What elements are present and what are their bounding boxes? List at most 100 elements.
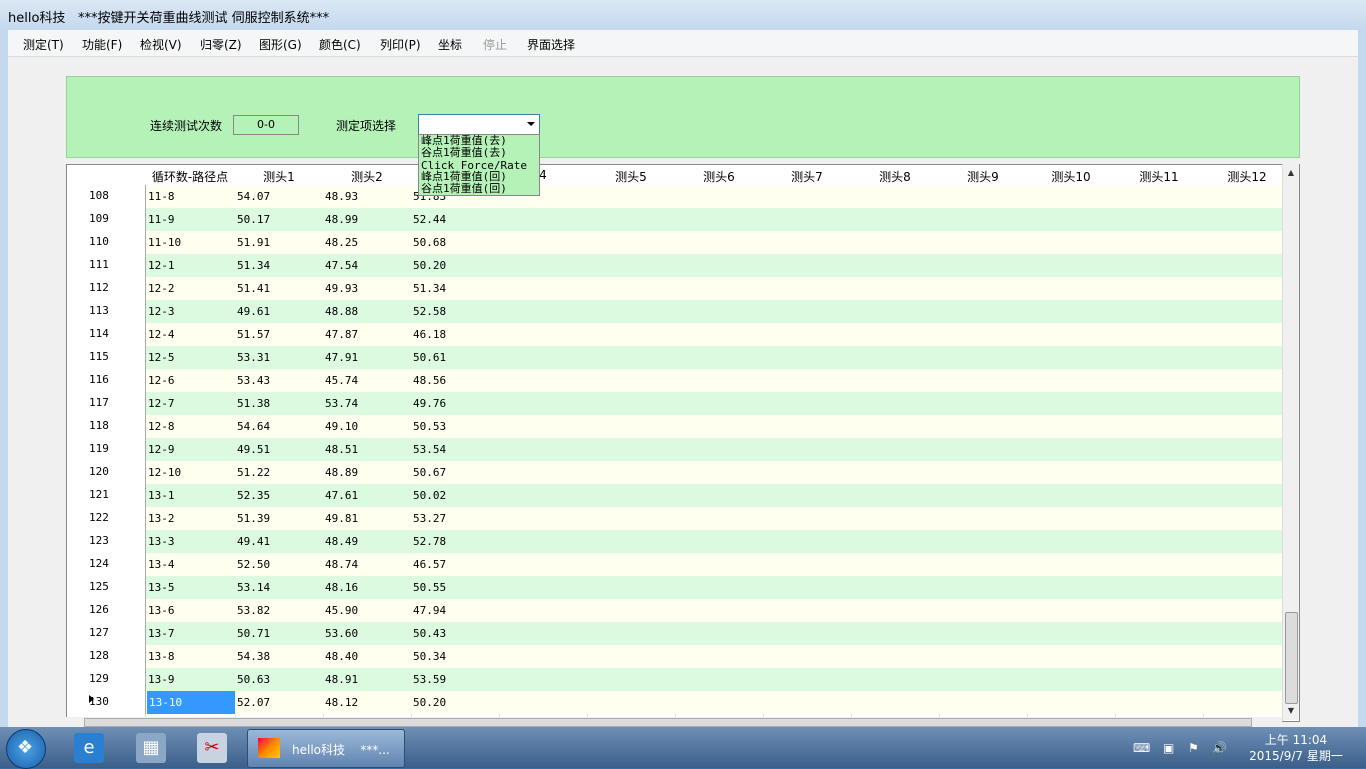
table-cell[interactable]: 53.74 <box>325 397 358 410</box>
table-cell[interactable]: 53.31 <box>237 351 270 364</box>
row-header[interactable]: 126 <box>67 599 146 622</box>
table-cell[interactable]: 48.56 <box>413 374 446 387</box>
table-row[interactable]: 130 13-10 52.07 48.12 50.20 <box>67 691 1283 714</box>
table-cell[interactable]: 51.34 <box>237 259 270 272</box>
table-cell[interactable]: 45.90 <box>325 604 358 617</box>
table-cell[interactable]: 54.07 <box>237 190 270 203</box>
table-cell[interactable]: 49.41 <box>237 535 270 548</box>
table-cell[interactable]: 50.43 <box>413 627 446 640</box>
menu-item-7[interactable]: 坐标 <box>438 36 462 53</box>
table-cell[interactable]: 53.14 <box>237 581 270 594</box>
table-cell[interactable]: 50.71 <box>237 627 270 640</box>
table-cell[interactable]: 48.91 <box>325 673 358 686</box>
row-header[interactable]: 119 <box>67 438 146 461</box>
row-header[interactable]: 108 <box>67 185 146 208</box>
row-header[interactable]: 123 <box>67 530 146 553</box>
table-cell[interactable]: 53.27 <box>413 512 446 525</box>
row-header[interactable]: 115 <box>67 346 146 369</box>
table-row[interactable]: 121 13-1 52.35 47.61 50.02 <box>67 484 1283 507</box>
action-center-icon[interactable]: ▣ <box>1163 741 1174 755</box>
table-cell[interactable]: 13-9 <box>148 673 175 686</box>
table-row[interactable]: 126 13-6 53.82 45.90 47.94 <box>67 599 1283 622</box>
dropdown-option[interactable]: 谷点1荷重值(去) <box>421 147 507 159</box>
table-cell[interactable]: 13-6 <box>148 604 175 617</box>
table-cell[interactable]: 48.99 <box>325 213 358 226</box>
menu-item-2[interactable]: 检视(V) <box>140 36 182 53</box>
table-cell[interactable]: 49.81 <box>325 512 358 525</box>
row-header[interactable]: 129 <box>67 668 146 691</box>
column-header-6[interactable]: 测头6 <box>675 168 763 185</box>
table-cell[interactable]: 12-6 <box>148 374 175 387</box>
column-header-1[interactable]: 测头1 <box>235 168 323 185</box>
continuous-test-count[interactable]: 0-0 <box>233 115 299 135</box>
column-header-5[interactable]: 测头5 <box>587 168 675 185</box>
table-cell[interactable]: 47.94 <box>413 604 446 617</box>
table-cell[interactable]: 52.58 <box>413 305 446 318</box>
table-cell[interactable]: 51.38 <box>237 397 270 410</box>
table-cell[interactable]: 13-3 <box>148 535 175 548</box>
row-header[interactable]: 113 <box>67 300 146 323</box>
vertical-scroll-thumb[interactable] <box>1285 612 1298 704</box>
column-header-2[interactable]: 测头2 <box>323 168 411 185</box>
table-cell[interactable]: 48.12 <box>325 696 358 709</box>
table-cell[interactable]: 50.02 <box>413 489 446 502</box>
row-header[interactable]: 110 <box>67 231 146 254</box>
table-cell[interactable]: 11-9 <box>148 213 175 226</box>
column-header-8[interactable]: 测头8 <box>851 168 939 185</box>
table-cell[interactable]: 53.54 <box>413 443 446 456</box>
table-cell[interactable]: 51.91 <box>237 236 270 249</box>
table-cell[interactable]: 49.93 <box>325 282 358 295</box>
table-cell[interactable]: 50.68 <box>413 236 446 249</box>
table-cell[interactable]: 48.89 <box>325 466 358 479</box>
table-cell[interactable]: 48.51 <box>325 443 358 456</box>
calculator-icon[interactable]: ▦ <box>136 733 166 763</box>
menu-item-9[interactable]: 界面选择 <box>527 36 575 53</box>
table-row[interactable]: 122 13-2 51.39 49.81 53.27 <box>67 507 1283 530</box>
table-cell[interactable]: 12-2 <box>148 282 175 295</box>
table-cell[interactable]: 48.49 <box>325 535 358 548</box>
table-cell[interactable]: 12-7 <box>148 397 175 410</box>
keyboard-icon[interactable]: ⌨ <box>1133 741 1150 755</box>
table-cell[interactable]: 47.54 <box>325 259 358 272</box>
row-header[interactable]: 120 <box>67 461 146 484</box>
table-cell[interactable]: 53.60 <box>325 627 358 640</box>
table-cell[interactable]: 13-8 <box>148 650 175 663</box>
table-cell[interactable]: 47.87 <box>325 328 358 341</box>
table-cell[interactable]: 54.64 <box>237 420 270 433</box>
row-header[interactable]: 125 <box>67 576 146 599</box>
menu-item-0[interactable]: 测定(T) <box>23 36 64 53</box>
chevron-down-icon[interactable] <box>527 122 535 126</box>
table-cell[interactable]: 50.61 <box>413 351 446 364</box>
table-row[interactable]: 124 13-4 52.50 48.74 46.57 <box>67 553 1283 576</box>
table-cell[interactable]: 52.44 <box>413 213 446 226</box>
table-cell[interactable]: 12-10 <box>148 466 181 479</box>
table-cell[interactable]: 48.93 <box>325 190 358 203</box>
table-cell[interactable]: 12-9 <box>148 443 175 456</box>
volume-icon[interactable]: 🔊 <box>1212 741 1227 755</box>
table-cell[interactable]: 13-2 <box>148 512 175 525</box>
menu-item-5[interactable]: 颜色(C) <box>319 36 361 53</box>
table-cell[interactable]: 50.17 <box>237 213 270 226</box>
table-cell[interactable]: 51.57 <box>237 328 270 341</box>
table-cell[interactable]: 49.51 <box>237 443 270 456</box>
column-header-9[interactable]: 测头9 <box>939 168 1027 185</box>
table-cell[interactable]: 50.55 <box>413 581 446 594</box>
scroll-up-icon[interactable]: ▲ <box>1283 166 1299 180</box>
table-cell[interactable]: 50.20 <box>413 696 446 709</box>
row-header[interactable]: 111 <box>67 254 146 277</box>
vertical-scrollbar[interactable]: ▲ ▼ <box>1282 164 1299 720</box>
table-cell[interactable]: 49.76 <box>413 397 446 410</box>
table-cell[interactable]: 50.67 <box>413 466 446 479</box>
table-row[interactable]: 108 11-8 54.07 48.93 51.83 <box>67 185 1283 208</box>
row-header[interactable]: 118 <box>67 415 146 438</box>
menu-item-1[interactable]: 功能(F) <box>82 36 122 53</box>
table-cell[interactable]: 52.35 <box>237 489 270 502</box>
row-header[interactable]: 116 <box>67 369 146 392</box>
table-cell[interactable]: 11-8 <box>148 190 175 203</box>
table-cell[interactable]: 54.38 <box>237 650 270 663</box>
table-cell[interactable]: 49.10 <box>325 420 358 433</box>
snipping-tool-icon[interactable]: ✂ <box>197 733 227 763</box>
table-cell[interactable]: 13-1 <box>148 489 175 502</box>
table-row[interactable]: 129 13-9 50.63 48.91 53.59 <box>67 668 1283 691</box>
table-cell[interactable]: 12-1 <box>148 259 175 272</box>
